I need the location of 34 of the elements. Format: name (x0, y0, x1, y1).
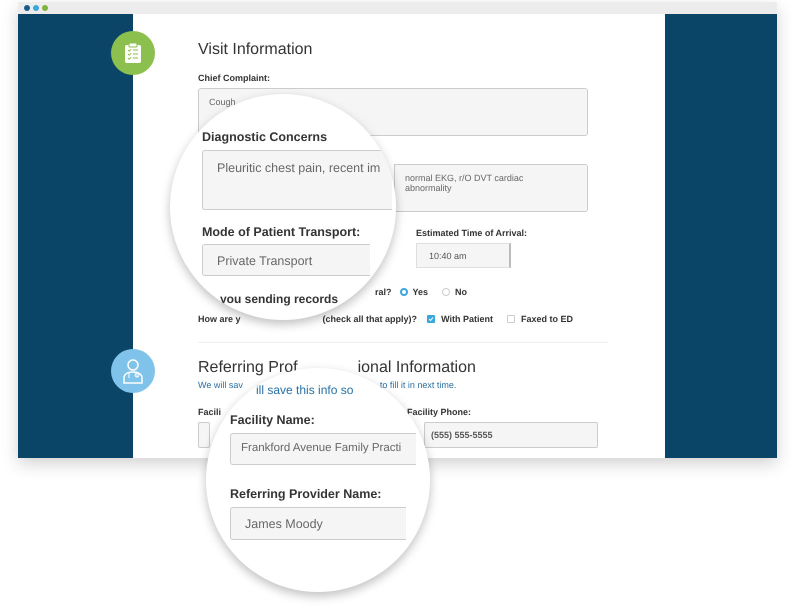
info-note: ill save this info so (256, 383, 354, 397)
checkbox[interactable] (506, 315, 515, 323)
option-label: With Patient (441, 314, 493, 324)
option-label: Yes (412, 287, 428, 297)
section-title: Visit Information (198, 41, 314, 59)
section-title: ional Information (358, 359, 476, 377)
field-label: Chief Complaint: (198, 73, 271, 83)
diagnostic-concerns-field[interactable]: Pleuritic chest pain, recent im (202, 150, 392, 210)
clipboard-icon (124, 42, 142, 64)
question-text: ral? (375, 287, 392, 297)
facility-name-field[interactable] (198, 422, 210, 448)
facility-name-field[interactable]: Frankford Avenue Family Practi (230, 433, 416, 465)
field-label: Mode of Patient Transport: (202, 225, 360, 239)
field-label: Estimated Time of Arrival: (416, 228, 528, 238)
field-label: Referring Provider Name: (230, 487, 382, 501)
field-label: Facili (198, 407, 222, 417)
diagnostic-concerns-field[interactable]: normal EKG, r/O DVT cardiac abnormality (394, 164, 588, 212)
info-note: We will sav (198, 380, 243, 390)
arrival-time-select[interactable]: 10:40 am (416, 243, 511, 268)
radio-button[interactable] (400, 288, 408, 296)
section-title: Referring Prof (198, 359, 298, 377)
doctor-icon (122, 358, 144, 384)
provider-name-field[interactable]: James Moody (230, 507, 406, 540)
info-note: to fill it in next time. (380, 380, 456, 390)
question-text: (check all that apply)? (322, 314, 418, 324)
radio-button[interactable] (442, 288, 450, 296)
field-label: Facility Phone: (407, 407, 472, 417)
checkbox[interactable] (427, 315, 436, 323)
question-text: How are y (198, 314, 241, 324)
option-label: No (455, 287, 468, 297)
option-label: Faxed to ED (520, 314, 573, 324)
field-label: Facility Name: (230, 413, 315, 427)
facility-phone-field[interactable]: (555) 555-5555 (424, 422, 598, 448)
transport-select[interactable]: Private Transport (202, 244, 370, 276)
